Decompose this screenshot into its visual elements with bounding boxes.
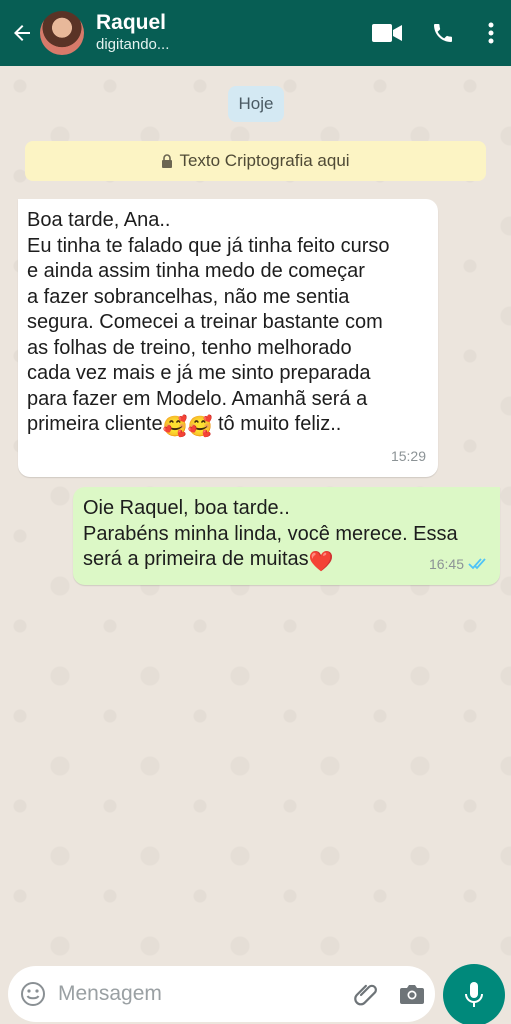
chat-area[interactable]: Hoje Texto Criptografia aqui Boa tarde, … [0, 66, 511, 960]
outgoing-message[interactable]: Oie Raquel, boa tarde.. Parabéns minha l… [73, 487, 500, 585]
message-time: 15:29 [390, 447, 426, 464]
message-input[interactable] [58, 982, 343, 1006]
message-time: 16:45 [428, 555, 464, 572]
smiling-hearts-emoji: 🥰🥰 [162, 416, 213, 438]
read-receipt-icon [468, 558, 486, 570]
lock-icon [162, 154, 173, 168]
red-heart-emoji: ❤️ [308, 551, 334, 573]
camera-button[interactable] [389, 966, 435, 1022]
back-arrow-icon [14, 25, 30, 41]
encryption-text: Texto Criptografia aqui [179, 151, 350, 170]
message-composer [8, 966, 435, 1022]
back-button[interactable] [4, 0, 40, 66]
more-options-icon [488, 22, 494, 44]
emoji-icon [21, 982, 45, 1006]
camera-icon [400, 985, 424, 1004]
video-call-icon [372, 24, 402, 42]
chat-header: Raquel digitando... [0, 0, 511, 66]
contact-avatar[interactable] [40, 11, 84, 55]
more-options-button[interactable] [471, 0, 511, 66]
microphone-icon [465, 982, 483, 1007]
phone-call-icon [434, 24, 452, 42]
paperclip-icon [354, 984, 377, 1006]
typing-status: digitando... [96, 36, 170, 53]
voice-call-button[interactable] [415, 0, 471, 66]
emoji-button[interactable] [8, 966, 58, 1022]
contact-info[interactable]: Raquel digitando... [96, 11, 169, 55]
encryption-banner[interactable]: Texto Criptografia aqui [25, 141, 486, 181]
video-call-button[interactable] [359, 0, 415, 66]
attach-button[interactable] [343, 966, 389, 1022]
incoming-message[interactable]: Boa tarde, Ana.. Eu tinha te falado que … [18, 199, 438, 477]
message-text: Oie Raquel, boa tarde.. Parabéns minha l… [83, 496, 488, 576]
message-text: Boa tarde, Ana.. Eu tinha te falado que … [27, 208, 426, 441]
date-chip: Hoje [228, 86, 284, 122]
voice-message-button[interactable] [443, 964, 505, 1024]
contact-name: Raquel [96, 11, 167, 34]
